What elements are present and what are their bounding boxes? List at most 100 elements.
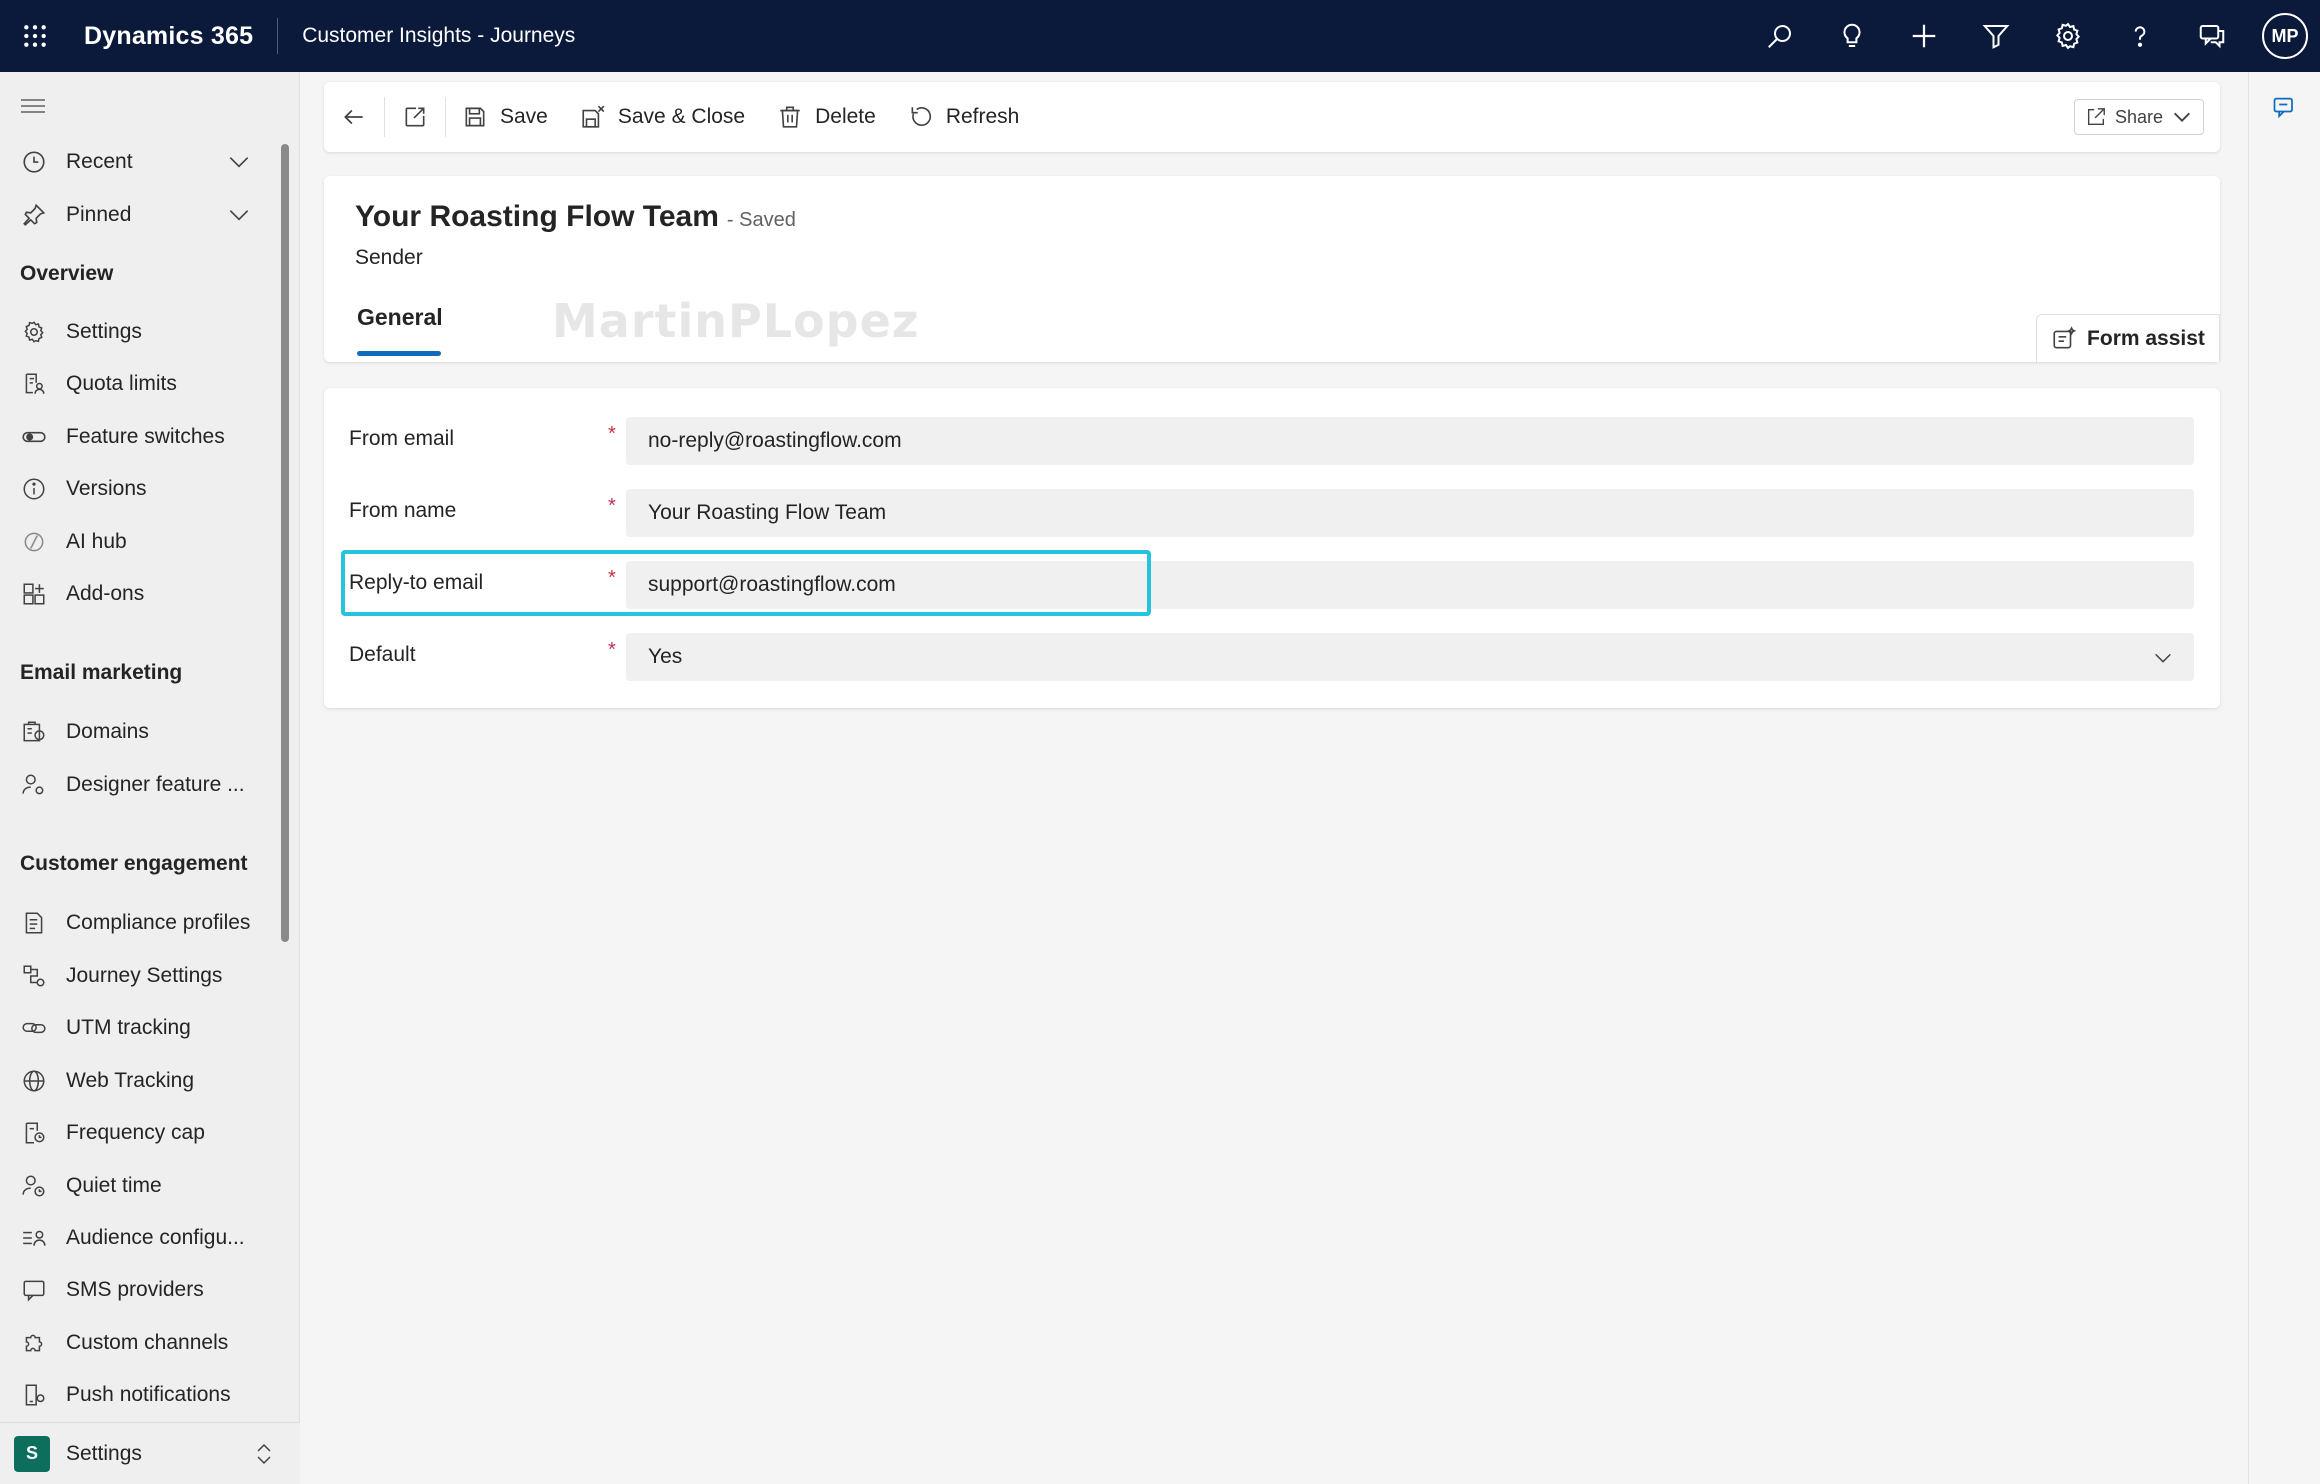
link-icon <box>20 1014 48 1042</box>
save-button[interactable]: Save <box>446 82 564 152</box>
sidebar-item-label: AI hub <box>66 530 127 553</box>
from-email-label: From email <box>349 427 455 450</box>
person-clock-icon <box>20 1172 48 1200</box>
sidebar-item-designer-feature[interactable]: Designer feature ... <box>0 760 280 810</box>
avatar[interactable]: MP <box>2262 13 2308 59</box>
nav-pinned[interactable]: Pinned <box>0 190 280 240</box>
sidebar-item-sms-providers[interactable]: SMS providers <box>0 1265 280 1315</box>
sidebar-item-settings[interactable]: Settings <box>0 307 280 357</box>
from-email-input[interactable]: no-reply@roastingflow.com <box>626 417 2194 465</box>
chevron-down-icon[interactable] <box>226 149 252 175</box>
nav-scrollbar[interactable] <box>281 144 289 942</box>
focus-highlight <box>341 550 1151 616</box>
top-icons: MP <box>1744 0 2320 72</box>
default-select[interactable]: Yes <box>626 633 2194 681</box>
chevron-down-icon[interactable] <box>226 202 252 228</box>
message-icon <box>20 1276 48 1304</box>
sidebar-item-quiet-time[interactable]: Quiet time <box>0 1161 280 1211</box>
sidebar-item-utm-tracking[interactable]: UTM tracking <box>0 1003 280 1053</box>
document-clock-icon <box>20 1119 48 1147</box>
open-in-new-window-button[interactable] <box>385 82 445 152</box>
refresh-icon <box>911 107 931 126</box>
sidebar-item-label: Feature switches <box>66 425 225 448</box>
chevron-down-icon[interactable] <box>2152 647 2174 669</box>
save-close-icon <box>582 105 605 128</box>
from-name-input[interactable]: Your Roasting Flow Team <box>626 489 2194 537</box>
required-indicator: * <box>608 423 616 445</box>
help-icon[interactable] <box>2104 0 2176 72</box>
domain-icon <box>20 718 48 746</box>
gear-icon <box>20 318 48 346</box>
toggle-icon <box>20 423 48 451</box>
sidebar-item-feature-switches[interactable]: Feature switches <box>0 412 280 462</box>
chevron-up-down-icon[interactable] <box>252 1441 276 1467</box>
sidebar-item-add-ons[interactable]: Add-ons <box>0 569 280 619</box>
phone-notification-icon <box>20 1381 48 1409</box>
sidebar-item-label: Audience configu... <box>66 1226 245 1249</box>
sidebar-item-label: Compliance profiles <box>66 911 251 934</box>
sidebar-item-custom-channels[interactable]: Custom channels <box>0 1318 280 1368</box>
nav-heading-email-marketing: Email marketing <box>20 661 183 684</box>
gear-icon[interactable] <box>2032 0 2104 72</box>
plus-icon[interactable] <box>1888 0 1960 72</box>
sidebar-item-label: SMS providers <box>66 1278 204 1301</box>
required-indicator: * <box>608 639 616 661</box>
search-icon[interactable] <box>1744 0 1816 72</box>
copilot-chat-icon[interactable] <box>2271 94 2299 122</box>
sidebar-item-versions[interactable]: Versions <box>0 464 280 514</box>
chat-icon[interactable] <box>2176 0 2248 72</box>
sidebar-item-frequency-cap[interactable]: Frequency cap <box>0 1108 280 1158</box>
sidebar-item-audience-configuration[interactable]: Audience configu... <box>0 1213 280 1263</box>
header-divider <box>277 18 279 54</box>
chevron-down-icon <box>2174 112 2190 122</box>
sidebar-item-label: Domains <box>66 720 149 743</box>
nav-recent[interactable]: Recent <box>0 137 280 187</box>
pin-icon <box>20 201 48 229</box>
sidebar-item-label: Journey Settings <box>66 964 223 987</box>
back-button[interactable] <box>324 82 384 152</box>
share-label: Share <box>2114 106 2164 127</box>
app-launcher-icon[interactable] <box>0 0 70 72</box>
form-assist-button[interactable]: Form assist <box>2036 314 2220 362</box>
clock-icon <box>20 148 48 176</box>
lightbulb-icon[interactable] <box>1816 0 1888 72</box>
sidebar-item-push-notifications[interactable]: Push notifications <box>0 1370 280 1420</box>
document-person-icon <box>20 370 48 398</box>
app-name[interactable]: Dynamics 365 <box>84 22 253 51</box>
nav-heading-overview: Overview <box>20 262 114 285</box>
hamburger-icon[interactable] <box>20 96 46 116</box>
person-settings-icon <box>20 771 48 799</box>
sidebar-item-quota-limits[interactable]: Quota limits <box>0 359 280 409</box>
save-status: - Saved <box>726 209 796 231</box>
active-tab-indicator <box>357 351 441 356</box>
info-icon <box>20 475 48 503</box>
from-name-row: From name * Your Roasting Flow Team <box>324 489 2220 537</box>
globe-icon <box>20 1067 48 1095</box>
nav-pinned-label: Pinned <box>66 203 132 226</box>
sidebar-item-journey-settings[interactable]: Journey Settings <box>0 951 280 1001</box>
filter-icon[interactable] <box>1960 0 2032 72</box>
general-form: From email * no-reply@roastingflow.com F… <box>324 388 2220 708</box>
area-name[interactable]: Customer Insights - Journeys <box>302 24 575 48</box>
arrow-left-icon <box>344 109 363 125</box>
open-new-window-icon <box>405 107 425 127</box>
tab-general[interactable]: General <box>357 304 443 331</box>
sidebar-item-label: Settings <box>66 320 142 343</box>
sidebar-item-web-tracking[interactable]: Web Tracking <box>0 1056 280 1106</box>
share-button[interactable]: Share <box>2074 99 2204 135</box>
refresh-button[interactable]: Refresh <box>892 82 1036 152</box>
right-rail <box>2248 72 2320 1484</box>
sidebar-item-domains[interactable]: Domains <box>0 707 280 757</box>
document-list-icon <box>20 909 48 937</box>
sidebar-item-label: Web Tracking <box>66 1069 194 1092</box>
delete-button[interactable]: Delete <box>761 82 892 152</box>
sidebar-item-label: Add-ons <box>66 582 145 605</box>
sidebar-item-label: Custom channels <box>66 1331 229 1354</box>
sidebar-item-label: Push notifications <box>66 1383 231 1406</box>
save-and-close-button[interactable]: Save & Close <box>564 82 761 152</box>
record-title: Your Roasting Flow Team <box>355 200 719 233</box>
area-switcher-label: Settings <box>66 1441 142 1465</box>
area-switcher[interactable]: S Settings <box>0 1422 300 1484</box>
sidebar-item-ai-hub[interactable]: AI hub <box>0 517 280 567</box>
sidebar-item-compliance-profiles[interactable]: Compliance profiles <box>0 898 280 948</box>
